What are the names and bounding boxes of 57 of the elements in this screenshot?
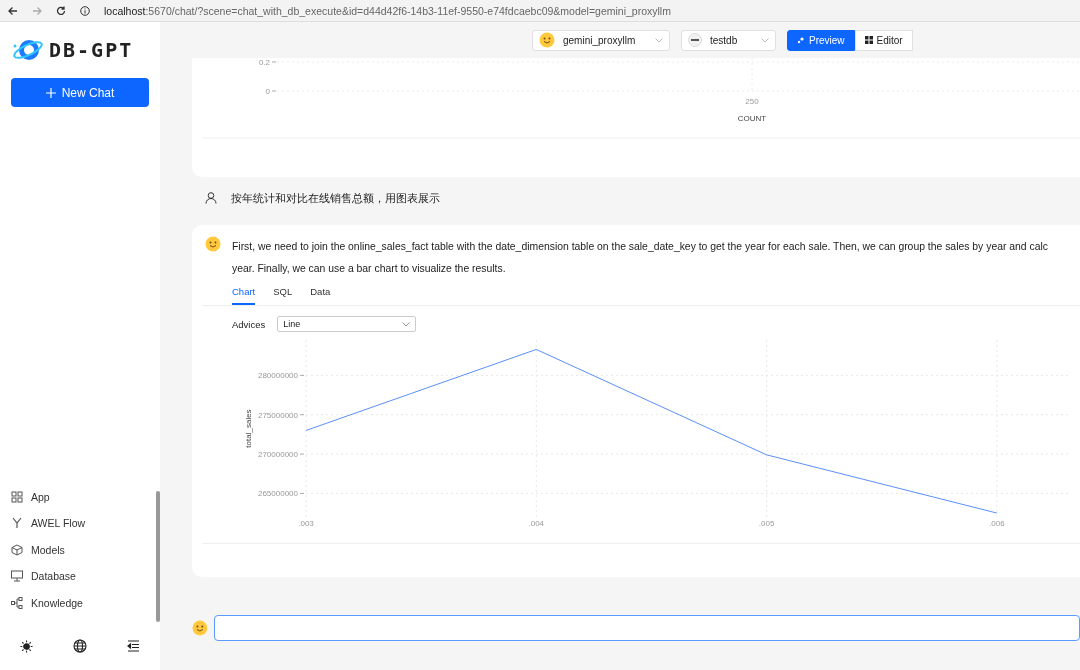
grid-icon [11, 490, 23, 503]
database-select[interactable]: testdb [681, 29, 776, 51]
logo-text: DB-GPT [49, 38, 134, 62]
axis-tick-label: 270000000 [257, 450, 298, 460]
axis-title: total_sales [244, 409, 253, 448]
fork-icon [11, 517, 23, 530]
nodes-icon [11, 596, 23, 609]
axis-tick-label: 265000000 [257, 489, 298, 499]
answer-text: year. Finally, we can use a bar chart to visualize the results. [232, 262, 507, 276]
sidebar-item[interactable]: Knowledge [0, 589, 160, 616]
model-select[interactable]: gemini_proxyllm [532, 29, 670, 51]
axis-tick-label: 280000000 [257, 371, 298, 381]
database-logo-icon [688, 33, 702, 47]
axis-tick-label: .005 [758, 519, 775, 528]
smiley-icon [539, 32, 555, 48]
result-tab[interactable]: SQL [273, 282, 293, 305]
axis-title: COUNT [737, 114, 767, 123]
new-chat-button[interactable]: New Chat [11, 78, 149, 107]
user-question: 按年统计和对比在线销售总额，用图表展示 [231, 190, 440, 206]
sidebar-item[interactable]: Database [0, 563, 160, 590]
answer-text: First, we need to join the online_sales_fact table with the date_dimension table on the sale_date_key to get the year for each sale. Then, we can group the sales by year and calc [232, 240, 1048, 254]
mode-tab[interactable]: Editor [854, 29, 913, 51]
grid-icon [864, 36, 873, 44]
advices-label: Advices [232, 318, 266, 330]
back-icon[interactable] [8, 5, 18, 16]
axis-tick-label: 0 [265, 87, 270, 96]
sun-icon[interactable] [20, 639, 33, 653]
sidebar-item[interactable]: Models [0, 536, 160, 563]
scrollbar[interactable] [156, 491, 160, 622]
result-tab[interactable]: Data [310, 282, 331, 305]
caret-icon [761, 37, 769, 43]
axis-tick-label: .004 [528, 519, 545, 528]
smiley-icon [205, 236, 221, 252]
menu-fold-icon[interactable] [127, 640, 140, 652]
info-icon[interactable] [80, 5, 90, 16]
globe-icon[interactable] [73, 639, 87, 653]
result-tab[interactable]: Chart [232, 282, 256, 305]
mode-tab[interactable]: Preview [787, 29, 855, 51]
axis-tick-label: .006 [989, 519, 1005, 528]
chart-type-select[interactable]: Line [277, 316, 417, 332]
sidebar-item[interactable]: App [0, 483, 160, 510]
cube-icon [11, 543, 23, 556]
chat-input-field[interactable] [213, 615, 1080, 641]
axis-tick-label: 275000000 [257, 410, 298, 420]
sidebar-item[interactable]: AWEL Flow [0, 510, 160, 537]
monitor-icon [11, 570, 23, 583]
smiley-icon [192, 620, 208, 636]
user-icon [205, 192, 217, 204]
caret-icon [655, 37, 663, 43]
axis-tick-label: .003 [298, 519, 314, 528]
axis-tick-label: 250 [745, 97, 759, 106]
reload-icon[interactable] [56, 5, 66, 16]
planet-logo-icon [11, 37, 45, 63]
sparkle-icon [797, 36, 805, 44]
plus-icon [45, 87, 56, 98]
axis-tick-label: 0.2 [258, 58, 270, 67]
caret-icon [402, 321, 411, 327]
